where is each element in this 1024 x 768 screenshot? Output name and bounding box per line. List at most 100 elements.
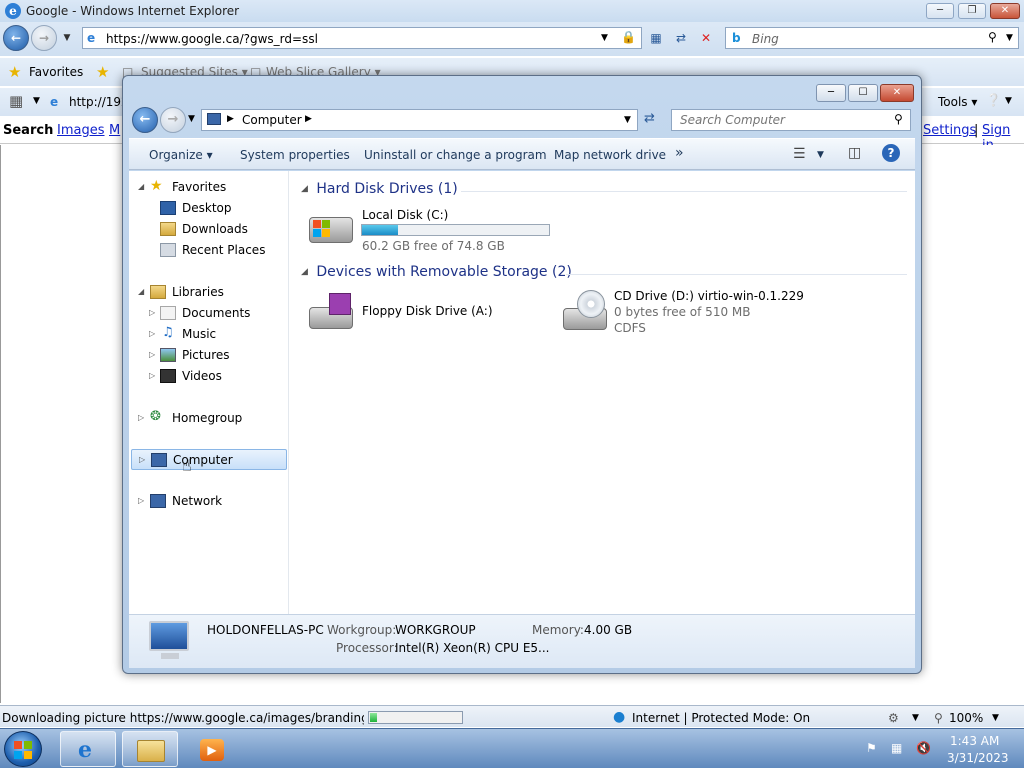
group-hdd-label: Hard Disk Drives (1)	[316, 181, 458, 197]
search-dropdown-icon[interactable]: ▼	[1006, 33, 1013, 43]
system-properties-button[interactable]: System properties	[240, 148, 350, 162]
breadcrumb-arrow-icon[interactable]: ▶	[305, 114, 312, 124]
explorer-address-bar[interactable]: ▶ Computer ▶ ▼	[201, 109, 638, 131]
collapsed-arrow-icon[interactable]: ▷	[149, 371, 155, 380]
nav-music[interactable]: ▷ ♫ Music	[129, 324, 289, 345]
ie-back-button[interactable]: ←	[3, 25, 29, 51]
nav-homegroup[interactable]: ▷ ❂ Homegroup	[129, 408, 289, 429]
tab-url[interactable]: http://192	[69, 95, 129, 109]
tab-list-dropdown-icon[interactable]: ▼	[33, 96, 40, 106]
clock-time[interactable]: 1:43 AM	[950, 734, 999, 748]
help-dropdown-icon[interactable]: ▼	[1005, 96, 1012, 106]
drive-floppy-a[interactable]: Floppy Disk Drive (A:)	[307, 293, 507, 339]
favorites-button[interactable]: Favorites	[29, 65, 83, 79]
explorer-refresh-icon[interactable]: ⇄	[644, 111, 655, 126]
tab-page-icon: e	[50, 95, 59, 109]
taskbar-media-player[interactable]: ▶	[184, 731, 240, 767]
zoom-dropdown-icon[interactable]: ▼	[992, 713, 999, 723]
nav-videos[interactable]: ▷ Videos	[129, 366, 289, 387]
windows-flag-red	[313, 220, 321, 228]
explorer-back-button[interactable]: ←	[132, 107, 158, 133]
taskbar-internet-explorer[interactable]: e	[60, 731, 116, 767]
ie-recent-pages-dropdown[interactable]: ▼	[56, 28, 78, 48]
group-collapse-arrow-icon[interactable]: ◢	[301, 267, 308, 277]
explorer-search-icon[interactable]: ⚲	[894, 112, 903, 126]
compatibility-view-icon[interactable]: ▦	[645, 28, 667, 48]
collapsed-arrow-icon[interactable]: ▷	[149, 329, 155, 338]
explorer-forward-button[interactable]: →	[160, 107, 186, 133]
nav-favorites[interactable]: ◢ ★ Favorites	[129, 177, 289, 198]
nav-network[interactable]: ▷ Network	[129, 491, 289, 512]
drive-cd-d[interactable]: CD Drive (D:) virtio-win-0.1.229 0 bytes…	[561, 288, 891, 342]
security-settings-icon[interactable]: ⚙	[888, 711, 899, 725]
nav-downloads[interactable]: Downloads	[129, 219, 289, 240]
explorer-help-icon[interactable]: ?	[882, 144, 900, 162]
collapsed-arrow-icon[interactable]: ▷	[138, 496, 144, 505]
network-icon[interactable]: ▦	[891, 741, 902, 755]
nav-desktop[interactable]: Desktop	[129, 198, 289, 219]
clock-date[interactable]: 3/31/2023	[947, 751, 1009, 765]
ie-close-button[interactable]: ✕	[990, 3, 1020, 19]
explorer-search-box[interactable]: ⚲	[671, 109, 911, 131]
windows-logo-icon	[14, 741, 32, 759]
ie-forward-button[interactable]: →	[31, 25, 57, 51]
explorer-close-button[interactable]: ✕	[880, 84, 914, 102]
ie-search-box[interactable]: b Bing ⚲ ▼	[725, 27, 1019, 49]
preview-pane-icon[interactable]: ◫	[848, 145, 861, 161]
google-images-link[interactable]: Images	[57, 123, 105, 138]
search-icon[interactable]: ⚲	[988, 30, 997, 44]
workgroup-value: WORKGROUP	[395, 623, 476, 637]
nav-documents[interactable]: ▷ Documents	[129, 303, 289, 324]
nav-pictures[interactable]: ▷ Pictures	[129, 345, 289, 366]
change-view-icon[interactable]: ☰	[793, 146, 806, 162]
map-network-drive-button[interactable]: Map network drive	[554, 148, 666, 162]
more-commands-button[interactable]: »	[675, 145, 684, 161]
expanded-arrow-icon[interactable]: ◢	[138, 182, 144, 191]
add-favorite-icon[interactable]: ★	[96, 63, 109, 81]
collapsed-arrow-icon[interactable]: ▷	[149, 308, 155, 317]
ie-address-bar[interactable]: e https://www.google.ca/?gws_rd=ssl ▼ 🔒	[82, 27, 642, 49]
group-removable-storage[interactable]: ◢ Devices with Removable Storage (2)	[301, 264, 909, 280]
taskbar-windows-explorer[interactable]	[122, 731, 178, 767]
ie-restore-button[interactable]: ❐	[958, 3, 986, 19]
google-maps-link[interactable]: M	[109, 123, 120, 138]
status-text: Downloading picture https://www.google.c…	[2, 711, 364, 725]
action-center-flag-icon[interactable]: ⚑	[866, 741, 877, 755]
stop-icon[interactable]: ✕	[695, 28, 717, 48]
security-dropdown-icon[interactable]: ▼	[912, 713, 919, 723]
explorer-minimize-button[interactable]: ─	[816, 84, 846, 102]
view-dropdown-icon[interactable]: ▼	[817, 150, 824, 160]
drive-local-disk-c[interactable]: Local Disk (C:) 60.2 GB free of 74.8 GB	[307, 207, 567, 253]
ie-minimize-button[interactable]: ─	[926, 3, 954, 19]
uninstall-program-button[interactable]: Uninstall or change a program	[364, 148, 547, 162]
explorer-recent-dropdown-icon[interactable]: ▼	[188, 114, 195, 124]
tools-menu[interactable]: Tools ▾	[938, 95, 977, 109]
breadcrumb-root-arrow-icon[interactable]: ▶	[227, 114, 234, 124]
nav-computer[interactable]: ▷ Computer ☝	[131, 449, 287, 475]
explorer-search-input[interactable]	[678, 111, 888, 129]
address-history-dropdown-icon[interactable]: ▼	[624, 115, 631, 125]
group-hard-disk-drives[interactable]: ◢ Hard Disk Drives (1)	[301, 181, 909, 197]
nav-recent-places[interactable]: Recent Places	[129, 240, 289, 261]
google-search-link[interactable]: Search	[3, 123, 53, 138]
start-button[interactable]	[4, 731, 42, 767]
group-collapse-arrow-icon[interactable]: ◢	[301, 184, 308, 194]
google-settings-link[interactable]: Settings	[923, 123, 976, 138]
address-dropdown-icon[interactable]: ▼	[601, 33, 608, 43]
explorer-maximize-button[interactable]: ☐	[848, 84, 878, 102]
organize-button[interactable]: Organize ▾	[149, 148, 213, 162]
zoom-level[interactable]: 100%	[949, 711, 983, 725]
lock-icon[interactable]: 🔒	[621, 30, 636, 44]
zone-status[interactable]: Internet | Protected Mode: On	[632, 711, 810, 725]
network-icon	[150, 494, 166, 508]
breadcrumb-computer[interactable]: Computer	[242, 113, 302, 127]
refresh-icon[interactable]: ⇄	[670, 28, 692, 48]
expanded-arrow-icon[interactable]: ◢	[138, 287, 144, 296]
collapsed-arrow-icon[interactable]: ▷	[138, 413, 144, 422]
collapsed-arrow-icon[interactable]: ▷	[149, 350, 155, 359]
nav-libraries[interactable]: ◢ Libraries	[129, 282, 289, 303]
quick-tabs-icon[interactable]: ▦	[9, 92, 23, 110]
help-icon[interactable]: ❔	[986, 93, 1001, 107]
volume-muted-icon[interactable]: 🔇	[916, 741, 931, 755]
collapsed-arrow-icon[interactable]: ▷	[139, 455, 145, 464]
